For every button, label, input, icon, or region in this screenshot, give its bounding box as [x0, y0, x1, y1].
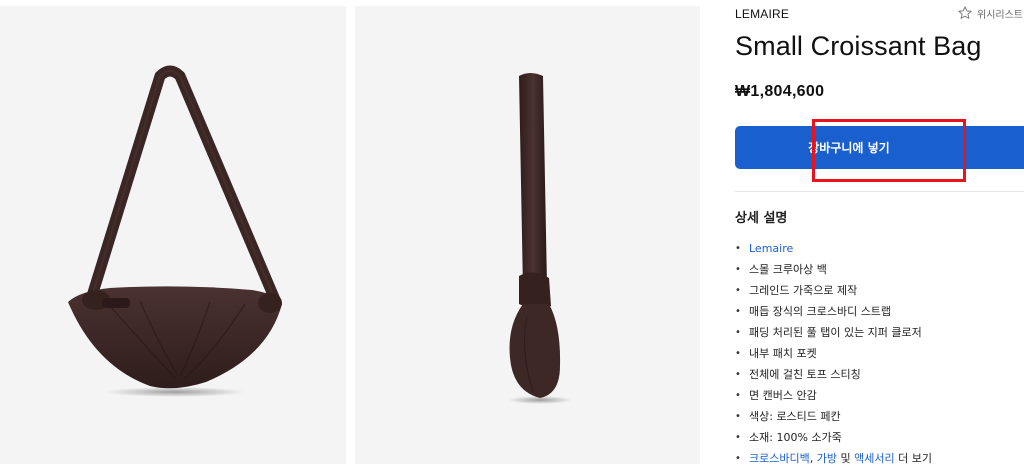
list-item: • 패딩 처리된 풀 탭이 있는 지퍼 클로저 — [735, 322, 932, 343]
list-item: • 색상: 로스티드 페칸 — [735, 406, 932, 427]
detail-text: 전체에 걸친 토프 스티칭 — [749, 368, 861, 381]
product-image-front[interactable] — [0, 6, 346, 464]
list-item: • 내부 패치 포켓 — [735, 343, 932, 364]
add-to-cart-label: 장바구니에 넣기 — [808, 141, 890, 155]
details-heading: 상세 설명 — [735, 211, 788, 226]
bullet-icon: • — [735, 432, 741, 443]
list-item: • 그레인드 가죽으로 제작 — [735, 280, 932, 301]
detail-text: 내부 패치 포켓 — [749, 347, 817, 360]
detail-text: 색상: 로스티드 페칸 — [749, 410, 841, 423]
croissant-bag-front-image — [68, 65, 282, 397]
add-to-cart-button[interactable]: 장바구니에 넣기 — [735, 126, 1024, 169]
bullet-icon: • — [735, 390, 741, 401]
detail-text: 소재: 100% 소가죽 — [749, 431, 842, 444]
bullet-icon: • — [735, 348, 741, 359]
bullet-icon: • — [735, 285, 741, 296]
detail-text: 면 캔버스 안감 — [749, 389, 817, 402]
list-item: • 전체에 걸친 토프 스티칭 — [735, 364, 932, 385]
brand-link[interactable]: Lemaire — [749, 240, 793, 257]
wishlist-button[interactable]: 위시리스트 — [957, 5, 1023, 21]
bullet-icon: • — [735, 327, 741, 338]
bullet-icon: • — [735, 369, 741, 380]
detail-text: 그레인드 가죽으로 제작 — [749, 284, 858, 297]
star-outline-icon — [958, 6, 972, 19]
list-item: • 면 캔버스 안감 — [735, 385, 932, 406]
wishlist-label: 위시리스트 — [977, 9, 1023, 21]
accessories-link[interactable]: 액세서리 — [854, 450, 894, 467]
separator-text: 및 — [836, 452, 855, 465]
list-item: • 소재: 100% 소가죽 — [735, 427, 932, 448]
list-item: • 스몰 크루아상 백 — [735, 259, 932, 280]
list-item: • 매듭 장식의 크로스바디 스트랩 — [735, 301, 932, 322]
bullet-icon: • — [735, 306, 741, 317]
divider — [735, 191, 1024, 192]
details-list: • Lemaire • 스몰 크루아상 백 • 그레인드 가죽으로 제작 • 매듭 장식… — [735, 238, 932, 467]
product-image-side[interactable] — [355, 6, 700, 464]
bullet-icon: • — [735, 264, 741, 275]
croissant-bag-side-image — [508, 73, 572, 404]
product-price: ₩1,804,600 — [735, 83, 825, 100]
bullet-icon: • — [735, 411, 741, 422]
bullet-icon: • — [735, 453, 741, 464]
crossbody-bags-link[interactable]: 크로스바디백 — [749, 450, 810, 467]
bags-link[interactable]: 가방 — [817, 450, 837, 467]
see-more-text: 더 보기 — [894, 452, 932, 465]
detail-text: 스몰 크루아상 백 — [749, 263, 827, 276]
list-item: • Lemaire — [735, 238, 932, 259]
bullet-icon: • — [735, 243, 741, 254]
list-item: • 크로스바디백, 가방 및 액세서리 더 보기 — [735, 448, 932, 467]
product-title: Small Croissant Bag — [735, 31, 982, 61]
brand-name[interactable]: LEMAIRE — [735, 7, 789, 21]
product-info-panel: LEMAIRE 위시리스트 Small Croissant Bag ₩1,804… — [735, 0, 1024, 467]
detail-text: 패딩 처리된 풀 탭이 있는 지퍼 클로저 — [749, 326, 922, 339]
detail-text: 매듭 장식의 크로스바디 스트랩 — [749, 305, 892, 318]
separator-text: , — [809, 452, 817, 465]
